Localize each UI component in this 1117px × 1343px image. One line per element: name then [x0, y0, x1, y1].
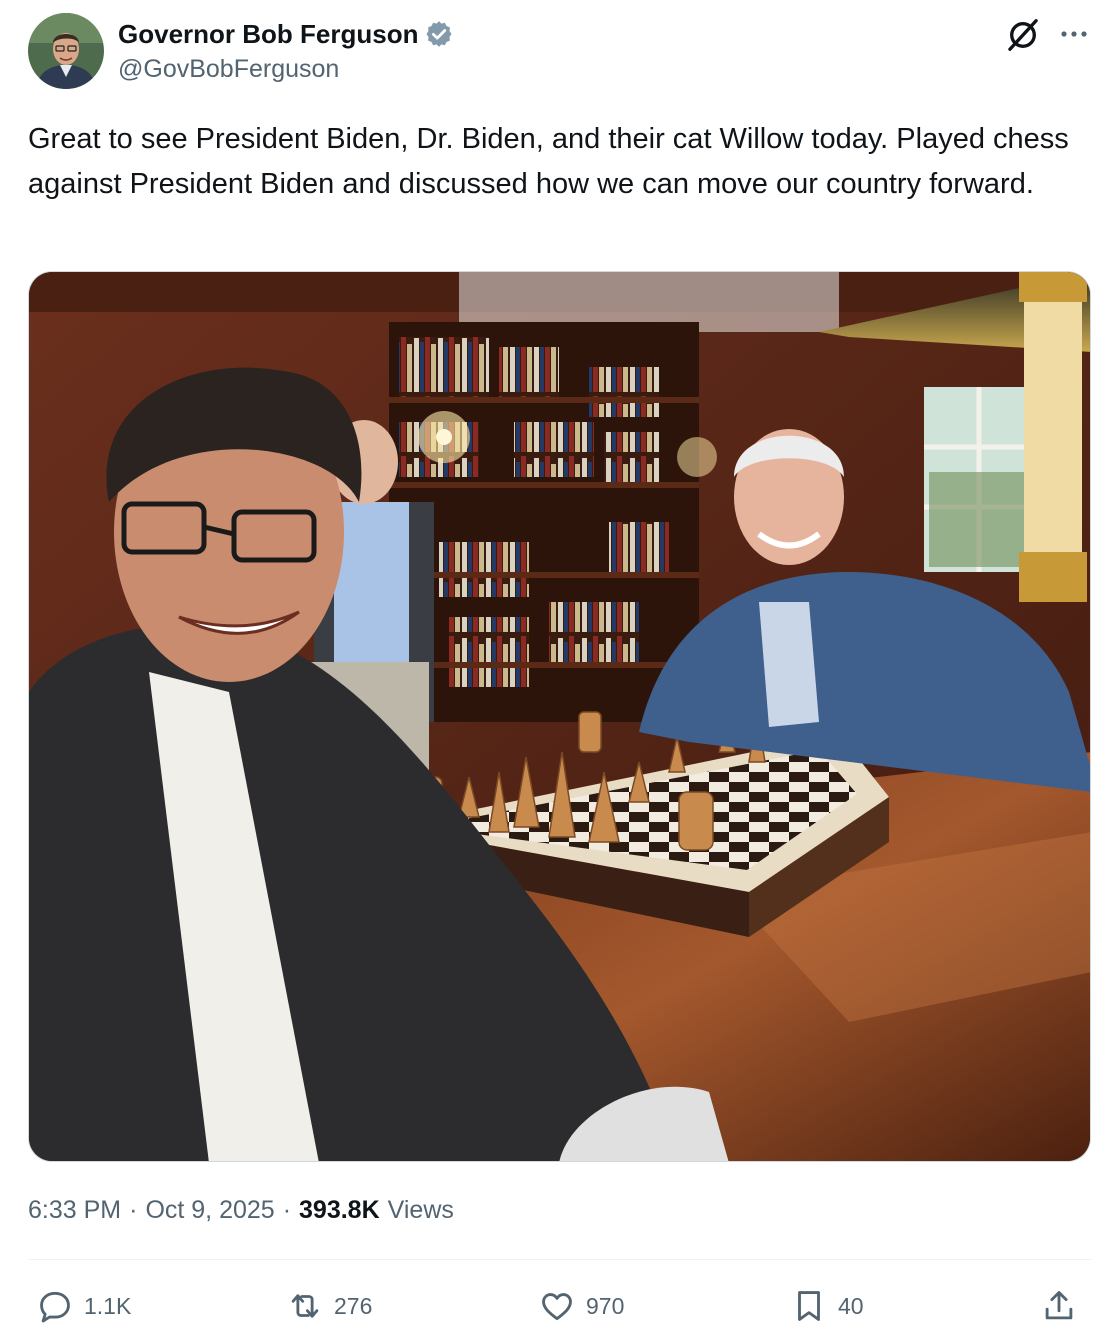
tweet-header: Governor Bob Ferguson @GovBobFerguson	[0, 0, 1117, 100]
tweet-text: Great to see President Biden, Dr. Biden,…	[28, 123, 1069, 200]
like-button[interactable]: 970	[538, 1282, 624, 1330]
tweet-meta: 6:33 PM · Oct 9, 2025 · 393.8K Views	[28, 1196, 454, 1225]
reply-icon	[40, 1291, 70, 1323]
tweet-photo[interactable]	[28, 271, 1091, 1162]
repost-button[interactable]: 276	[286, 1282, 372, 1330]
repost-count: 276	[334, 1292, 373, 1319]
author-name-row[interactable]: Governor Bob Ferguson	[118, 17, 454, 51]
tweet-actions: 1.1K 276 970 40	[28, 1282, 1091, 1330]
author-display-name[interactable]: Governor Bob Ferguson	[118, 19, 418, 50]
photo-image-icon	[29, 272, 1090, 1161]
tweet-time[interactable]: 6:33 PM	[28, 1196, 121, 1225]
verified-badge-icon[interactable]	[424, 19, 454, 49]
author-handle[interactable]: @GovBobFerguson	[118, 55, 339, 84]
reply-button[interactable]: 1.1K	[36, 1282, 131, 1330]
more-icon[interactable]	[1056, 16, 1092, 52]
grok-icon[interactable]	[1004, 16, 1042, 54]
reply-count: 1.1K	[84, 1292, 132, 1319]
bookmark-icon	[798, 1291, 820, 1321]
bookmark-count: 40	[838, 1292, 864, 1319]
author-avatar[interactable]	[28, 13, 104, 89]
divider	[28, 1259, 1091, 1260]
profile-photo-icon	[28, 13, 104, 89]
heart-icon	[542, 1293, 572, 1321]
bookmark-button[interactable]: 40	[790, 1282, 864, 1330]
views-label: Views	[387, 1196, 454, 1224]
like-count: 970	[586, 1292, 625, 1319]
tweet-date[interactable]: Oct 9, 2025	[145, 1196, 274, 1225]
share-button[interactable]	[1040, 1282, 1078, 1330]
share-icon	[1045, 1291, 1073, 1320]
views-count[interactable]: 393.8K	[299, 1196, 380, 1225]
repost-icon	[291, 1294, 319, 1318]
meta-separator: ·	[282, 1196, 292, 1224]
meta-separator: ·	[129, 1196, 138, 1224]
